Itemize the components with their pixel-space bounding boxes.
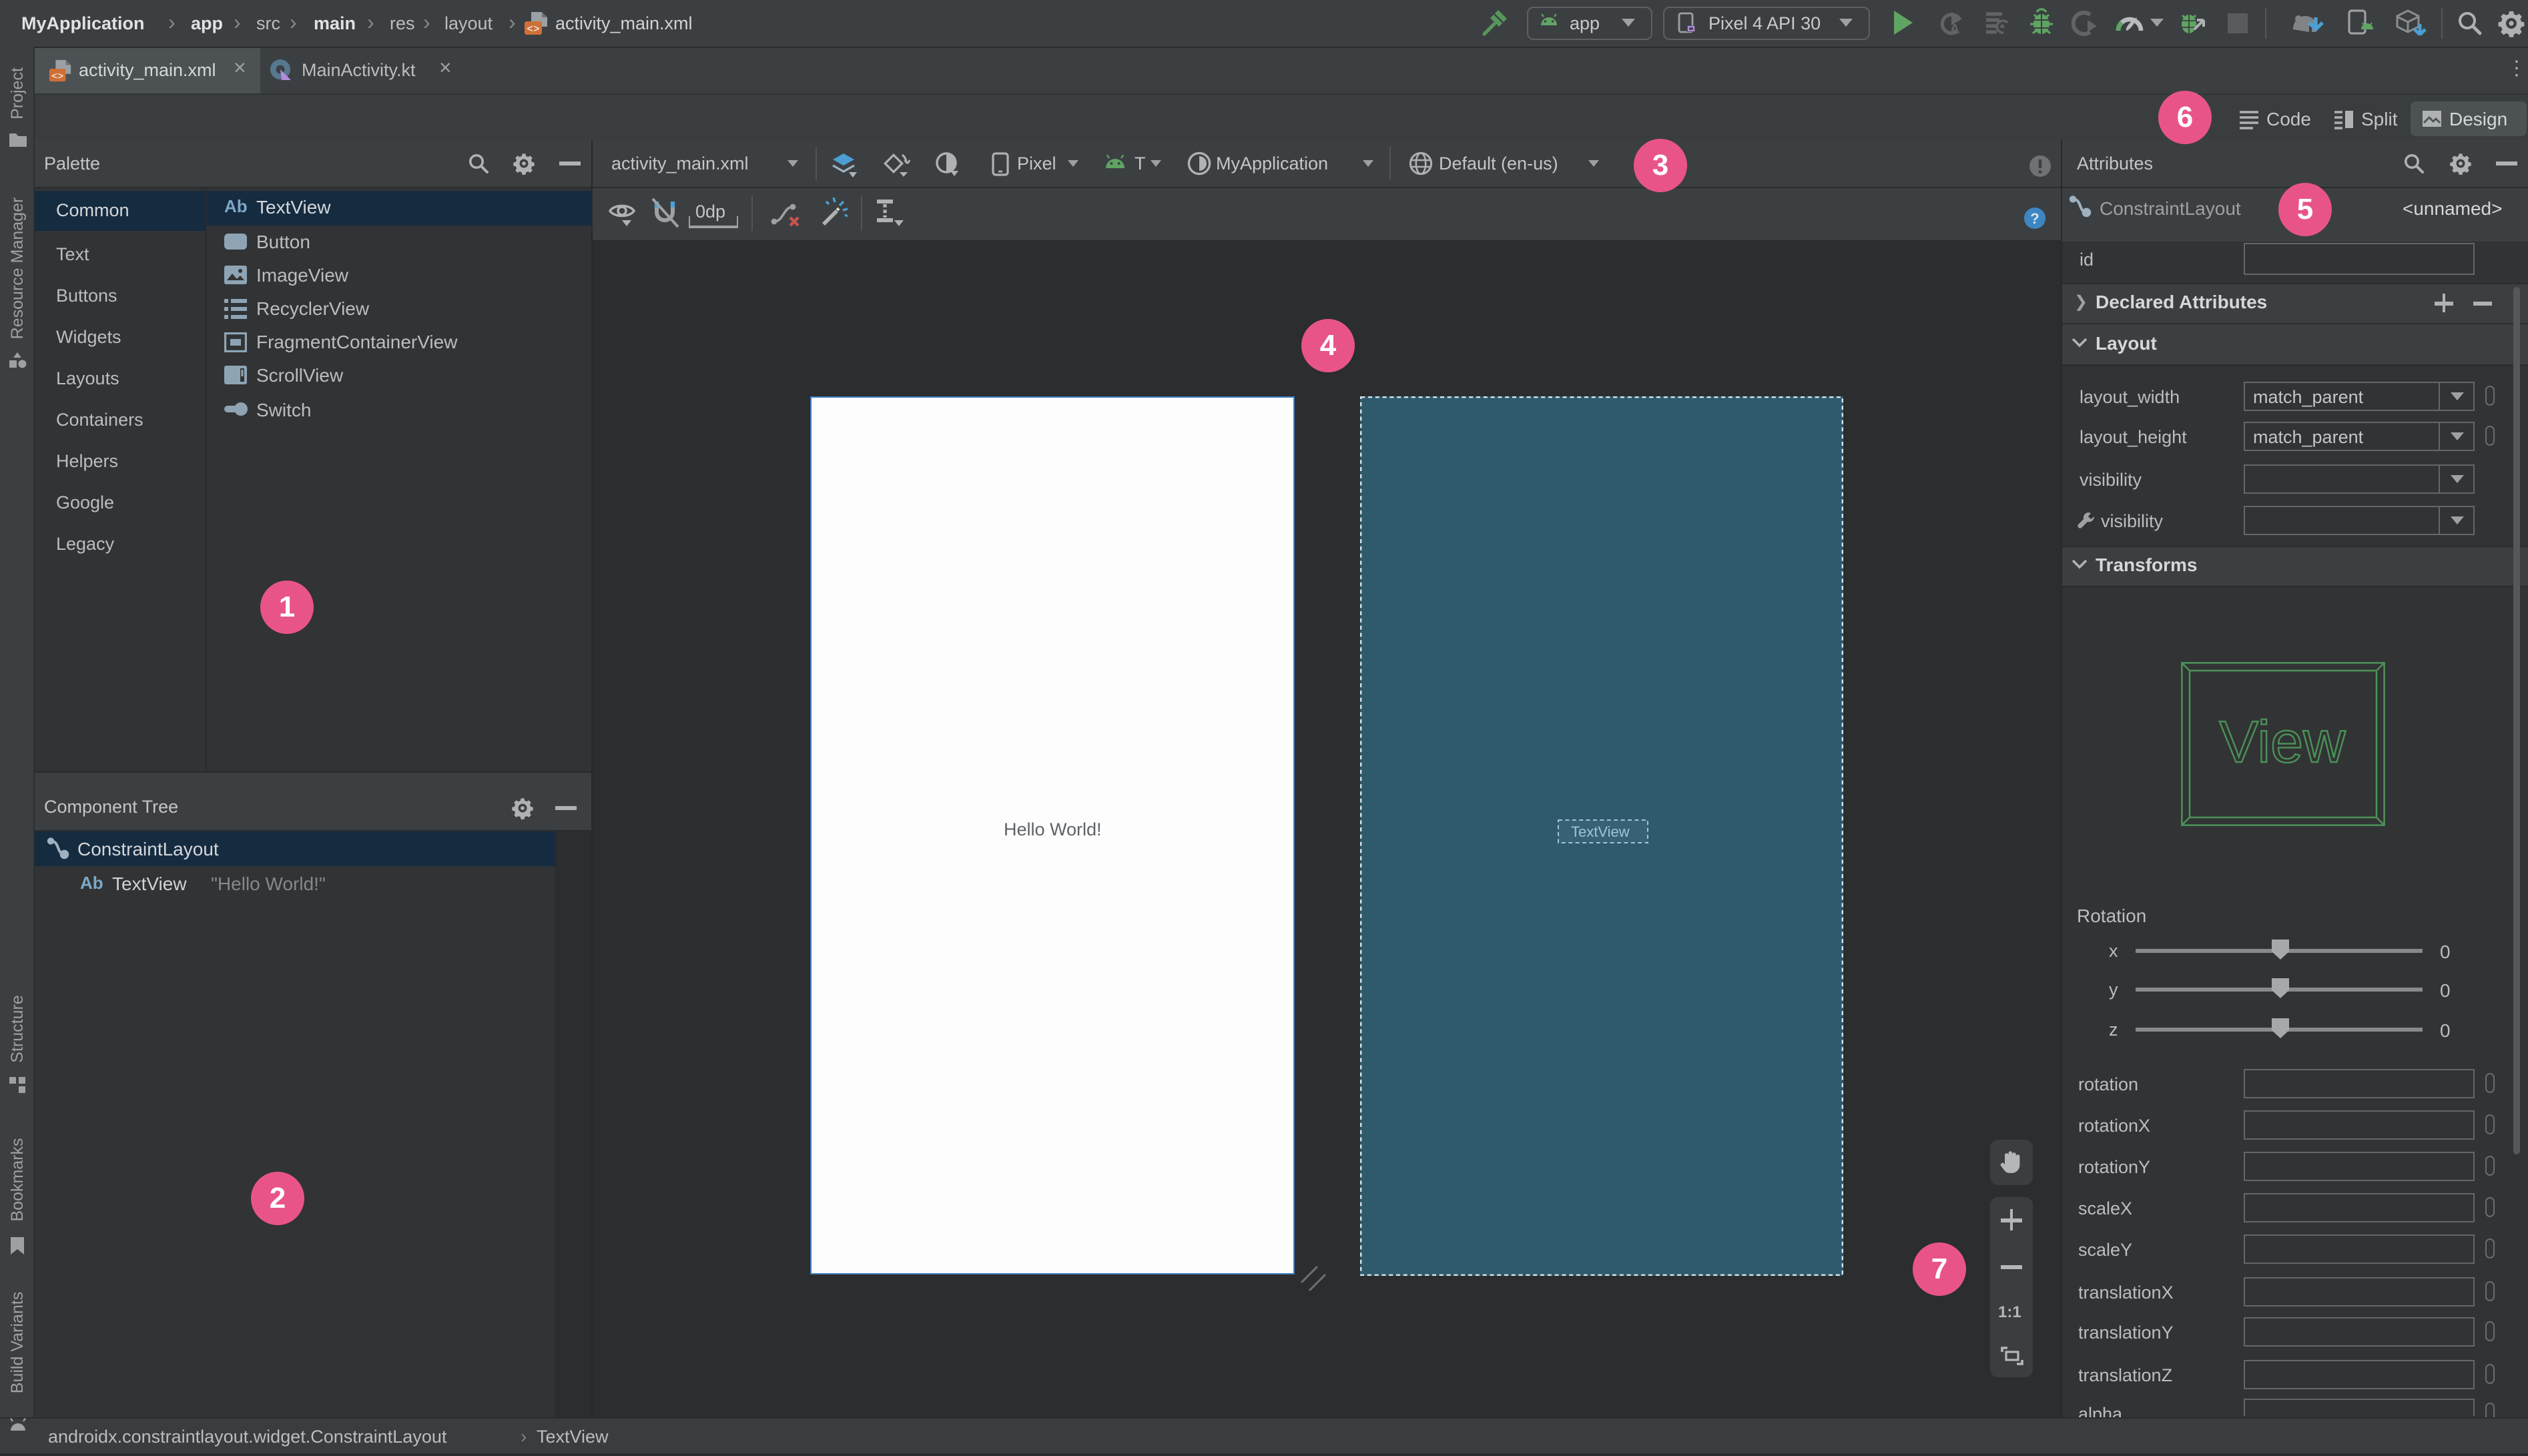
svg-text:View: View	[2219, 709, 2346, 775]
svg-text:<>: <>	[51, 70, 63, 82]
svg-text:?: ?	[2030, 210, 2039, 227]
svg-text:<>: <>	[527, 23, 539, 35]
svg-text:A: A	[1950, 22, 1959, 37]
